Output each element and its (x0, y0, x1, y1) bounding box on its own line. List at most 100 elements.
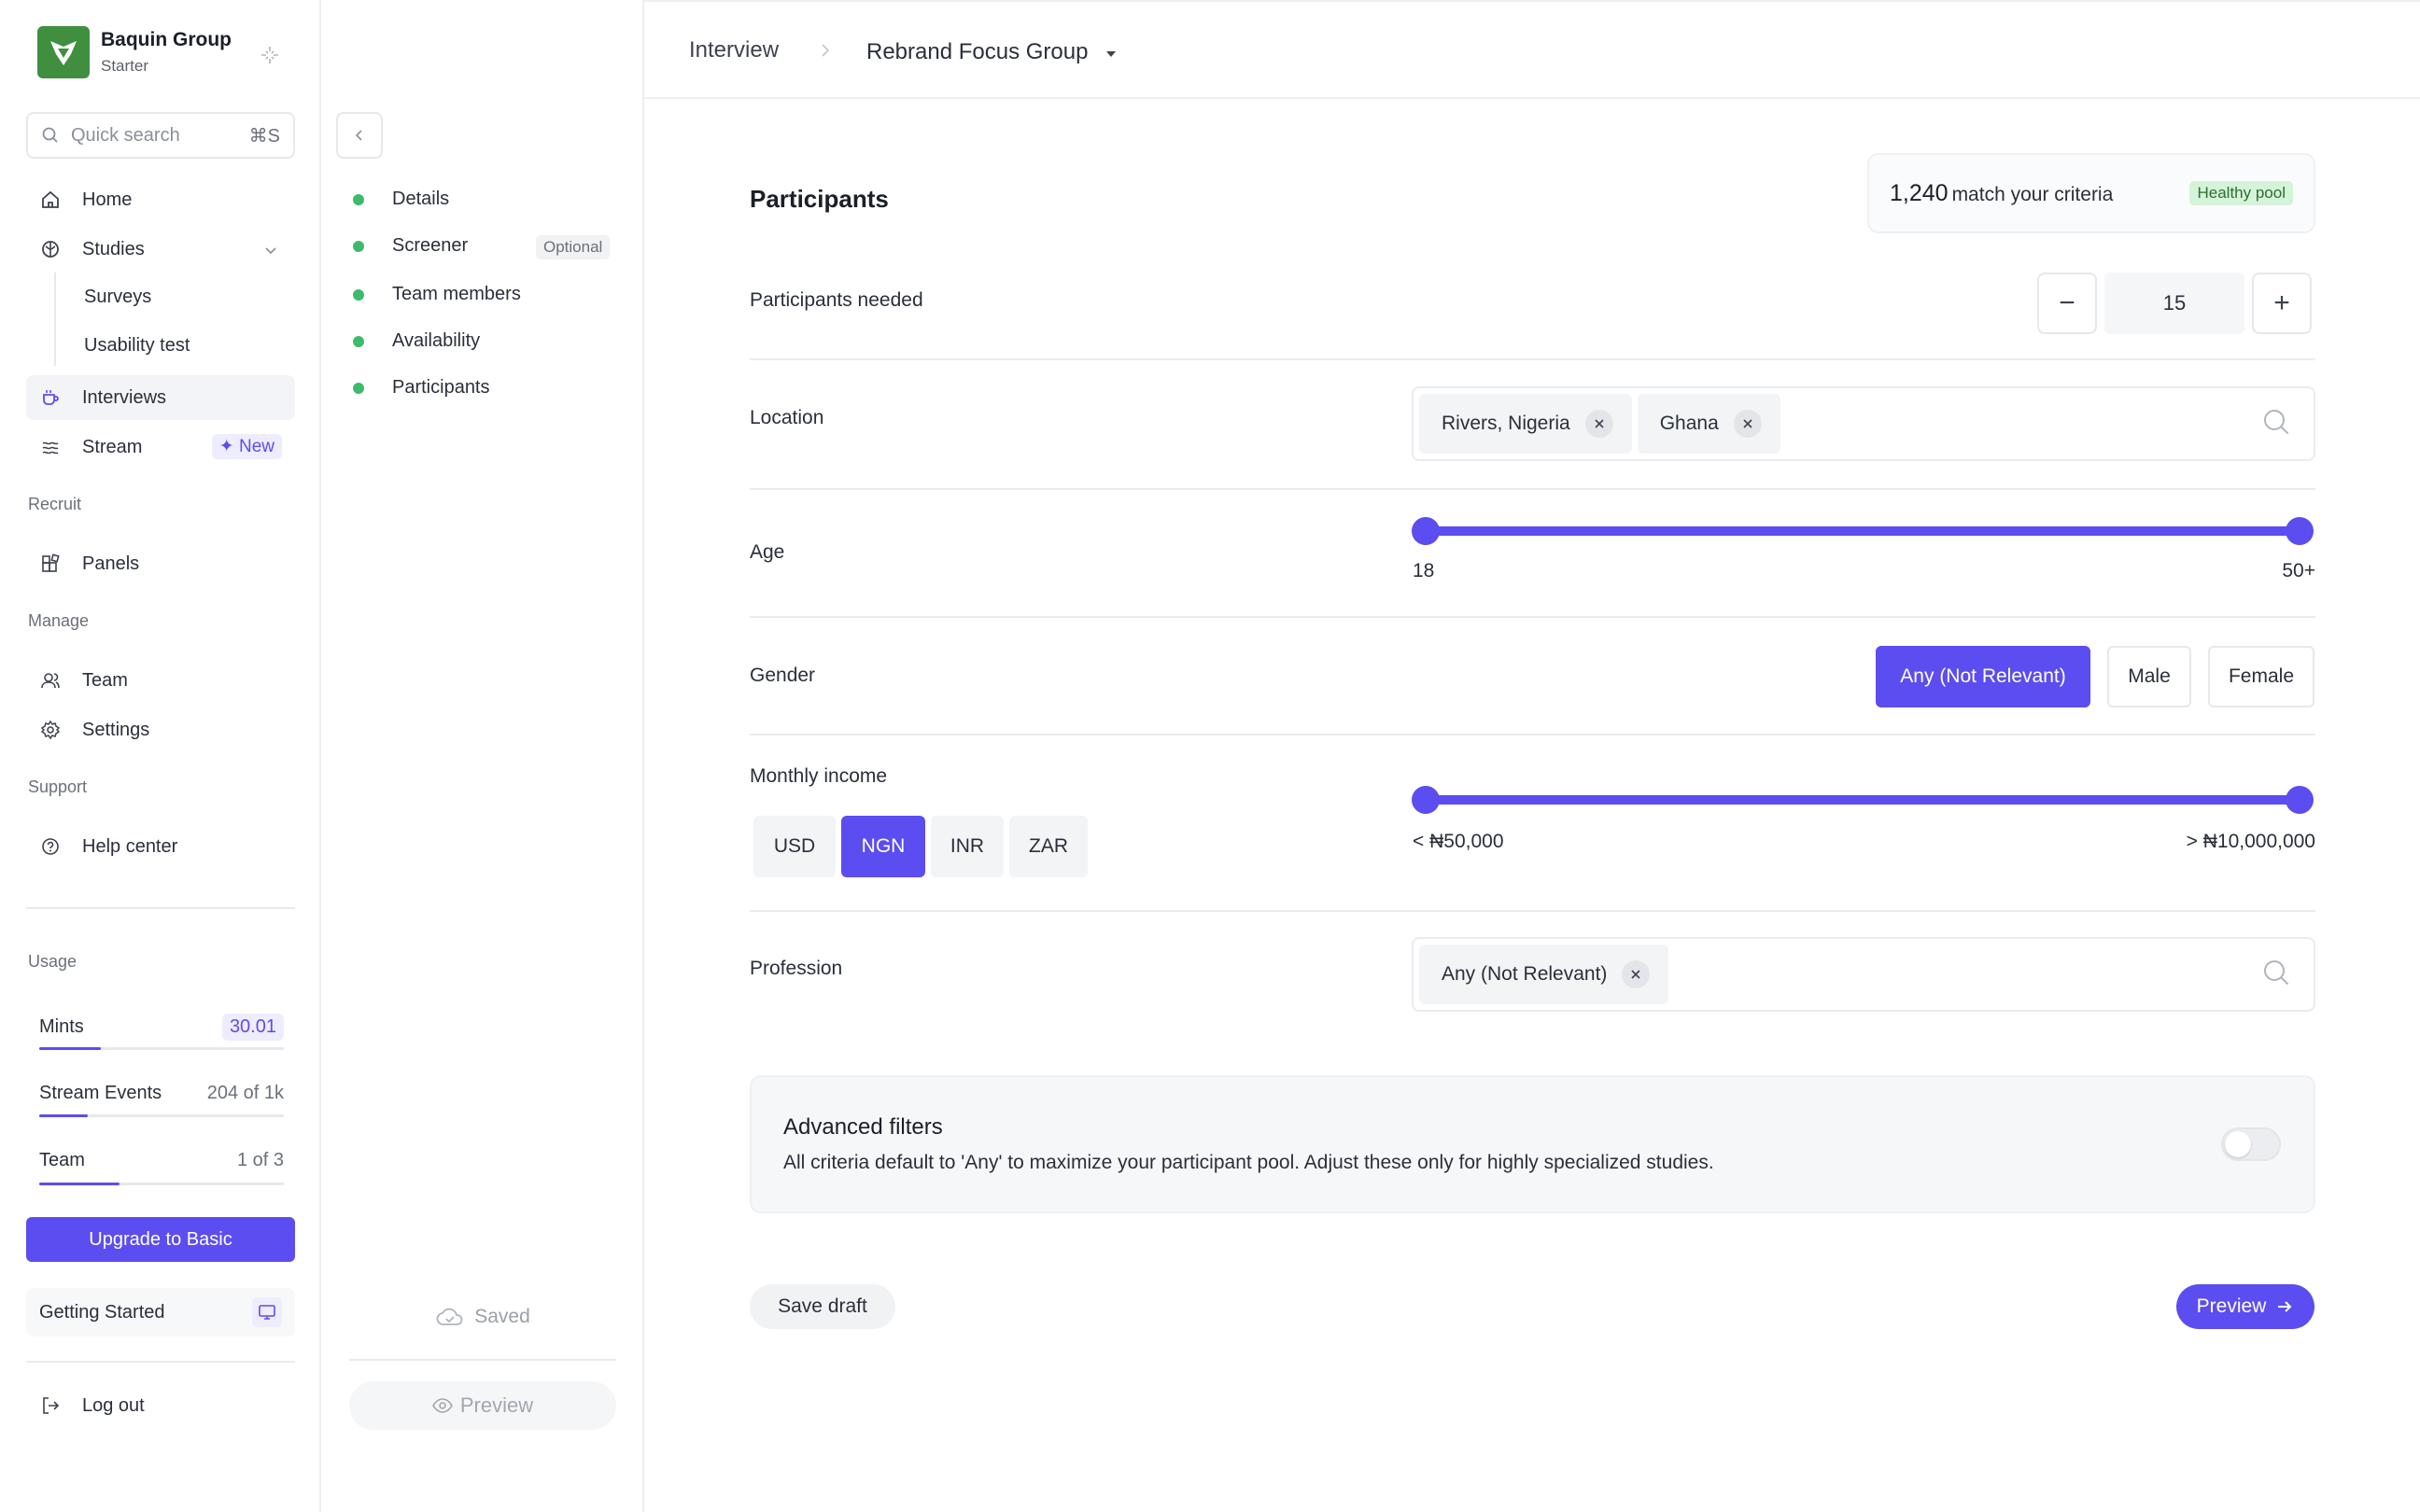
tag-label: Any (Not Relevant) (1442, 963, 1608, 985)
location-tag: Rivers, Nigeria (1419, 394, 1632, 454)
currency-ngn-button[interactable]: NGN (841, 816, 925, 877)
panels-icon (39, 553, 62, 575)
step-availability[interactable]: Availability (353, 330, 480, 352)
users-icon (39, 669, 62, 692)
income-min-value: < ₦50,000 (1413, 831, 1504, 852)
step-complete-dot (353, 335, 364, 347)
participants-needed-value[interactable]: 15 (2104, 273, 2244, 334)
gender-any-button[interactable]: Any (Not Relevant) (1876, 646, 2090, 707)
remove-tag-icon[interactable] (1733, 410, 1762, 438)
nav-panels[interactable]: Panels (26, 541, 295, 586)
step-screener[interactable]: Screener (353, 235, 468, 257)
steps-divider (349, 1359, 616, 1361)
section-recruit: Recruit (28, 495, 82, 513)
save-draft-button[interactable]: Save draft (750, 1284, 895, 1329)
profession-tag: Any (Not Relevant) (1419, 945, 1669, 1004)
increment-button[interactable]: + (2252, 273, 2312, 334)
logout-button[interactable]: Log out (26, 1383, 295, 1428)
advanced-filters-title: Advanced filters (783, 1114, 943, 1140)
help-icon (39, 835, 62, 858)
nav-usability-test[interactable]: Usability test (84, 335, 190, 357)
decrement-button[interactable]: − (2037, 273, 2097, 334)
section-title: Participants (750, 185, 889, 213)
match-text: match your criteria (1951, 183, 2114, 205)
pool-status-badge: Healthy pool (2189, 181, 2293, 205)
age-range-slider[interactable] (1412, 517, 2314, 545)
nav-team[interactable]: Team (26, 658, 295, 703)
nav-interviews[interactable]: Interviews (26, 375, 295, 420)
quick-search-input[interactable]: Quick search ⌘S (26, 112, 295, 159)
section-support: Support (28, 777, 88, 796)
usage-value: 1 of 3 (236, 1150, 284, 1170)
remove-tag-icon[interactable] (1584, 410, 1613, 438)
search-icon (2261, 958, 2291, 992)
getting-started-label: Getting Started (39, 1301, 165, 1323)
collapse-sidebar-icon[interactable] (256, 41, 284, 69)
upgrade-button[interactable]: Upgrade to Basic (26, 1217, 295, 1262)
age-max-handle[interactable] (2286, 517, 2314, 545)
profession-input[interactable]: Any (Not Relevant) (1412, 937, 2315, 1012)
logout-label: Log out (82, 1394, 145, 1416)
age-label: Age (750, 541, 785, 563)
remove-tag-icon[interactable] (1622, 960, 1651, 988)
home-icon (39, 189, 62, 211)
advanced-filters-description: All criteria default to 'Any' to maximiz… (783, 1152, 1714, 1173)
nav-studies[interactable]: Studies (26, 227, 295, 272)
section-usage: Usage (28, 952, 77, 971)
arrow-right-icon (2278, 1301, 2292, 1312)
currency-usd-button[interactable]: USD (753, 816, 836, 877)
nav-settings[interactable]: Settings (26, 707, 295, 752)
income-max-handle[interactable] (2286, 786, 2314, 814)
step-complete-dot (353, 288, 364, 301)
getting-started-item[interactable]: Getting Started (26, 1288, 295, 1337)
step-label: Participants (392, 377, 490, 398)
tag-label: Ghana (1659, 413, 1719, 434)
usage-progress-team (39, 1183, 284, 1185)
currency-inr-button[interactable]: INR (931, 816, 1004, 877)
gender-female-button[interactable]: Female (2208, 646, 2314, 707)
workspace-plan: Starter (101, 57, 149, 75)
usage-value: 204 of 1k (206, 1083, 284, 1103)
gear-icon (39, 719, 62, 741)
preview-button[interactable]: Preview (2176, 1284, 2314, 1329)
income-min-handle[interactable] (1412, 786, 1440, 814)
workspace-switcher[interactable]: Baquin Group Starter (37, 26, 232, 78)
step-label: Availability (392, 330, 481, 351)
age-min-value: 18 (1413, 560, 1435, 581)
advanced-filters-card: Advanced filters All criteria default to… (750, 1075, 2315, 1213)
monthly-income-label: Monthly income (750, 765, 888, 787)
step-team-members[interactable]: Team members (353, 284, 521, 305)
nav-home-label: Home (82, 189, 133, 210)
steps-preview-button[interactable]: Preview (349, 1381, 616, 1430)
chevron-right-icon (818, 39, 833, 66)
age-min-handle[interactable] (1412, 517, 1440, 545)
study-switcher[interactable]: Rebrand Focus Group (866, 39, 1118, 65)
step-details[interactable]: Details (353, 189, 449, 210)
profession-label: Profession (750, 958, 843, 979)
currency-zar-button[interactable]: ZAR (1009, 816, 1088, 877)
breadcrumb-interview[interactable]: Interview (689, 37, 779, 63)
match-count: 1,240 (1890, 179, 1949, 206)
brand-logo (37, 26, 90, 78)
top-bar: Interview Rebrand Focus Group (644, 0, 2420, 99)
location-input[interactable]: Rivers, Nigeria Ghana (1412, 386, 2315, 461)
nav-home[interactable]: Home (26, 177, 295, 222)
nav-stream-label: Stream (82, 436, 143, 457)
nav-settings-label: Settings (82, 719, 150, 740)
usage-name: Stream Events (39, 1083, 162, 1103)
nav-help-label: Help center (82, 835, 178, 857)
nav-surveys[interactable]: Surveys (84, 287, 151, 308)
advanced-filters-toggle[interactable] (2221, 1127, 2281, 1161)
gender-options: Any (Not Relevant) Male Female (1876, 646, 2314, 707)
studies-subtree-line (54, 273, 56, 366)
nav-help-center[interactable]: Help center (26, 824, 295, 869)
gender-male-button[interactable]: Male (2107, 646, 2191, 707)
income-range-slider[interactable] (1412, 786, 2314, 814)
step-participants[interactable]: Participants (353, 377, 490, 399)
collapse-steps-button[interactable] (336, 112, 383, 159)
row-divider (750, 910, 2315, 912)
nav-interviews-label: Interviews (82, 386, 167, 408)
nav-stream[interactable]: Stream ✦ New (26, 425, 295, 469)
income-max-value: > ₦10,000,000 (2186, 831, 2315, 852)
currency-options: USD NGN INR ZAR (753, 816, 1093, 877)
